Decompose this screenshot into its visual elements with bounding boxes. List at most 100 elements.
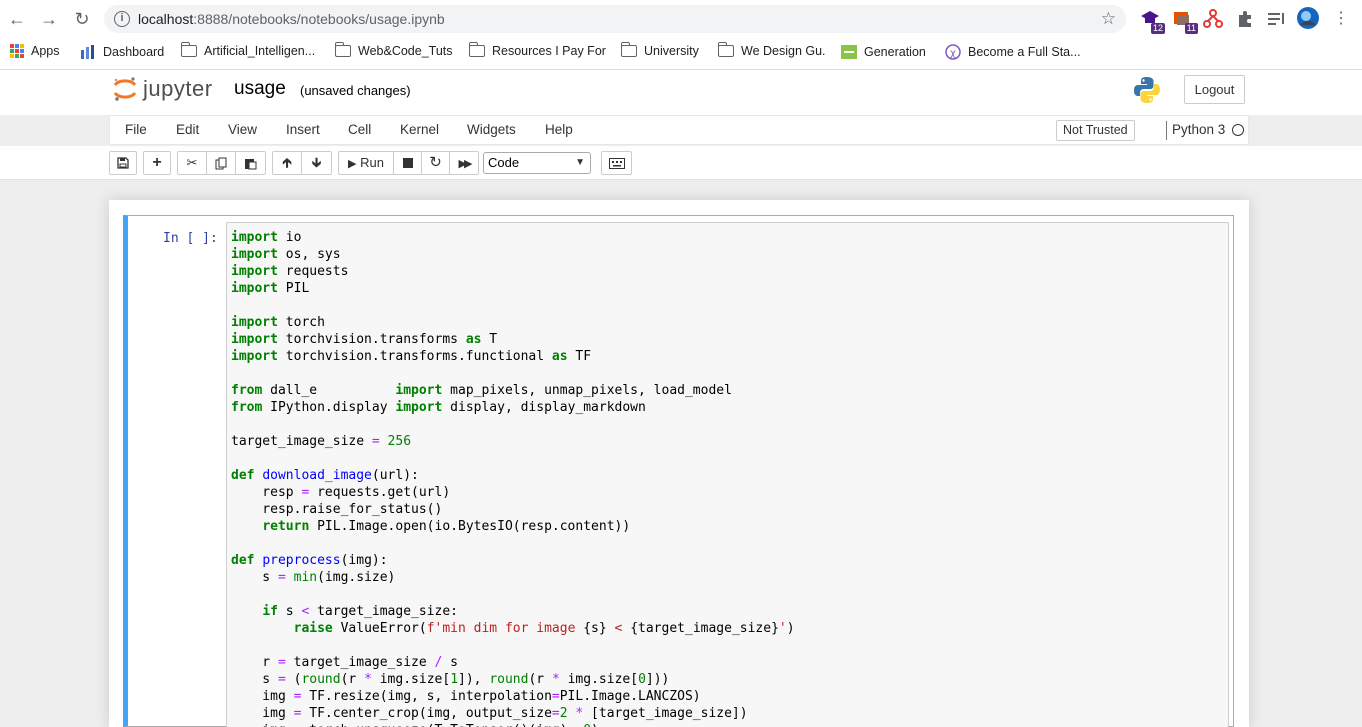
address-bar[interactable]: i localhost:8888/notebooks/notebooks/usa… (104, 5, 1126, 33)
code-line: import io (231, 230, 302, 245)
menubar: File Edit View Insert Cell Kernel Widget… (109, 115, 1249, 145)
bookmark-generation[interactable]: Generation (841, 44, 926, 60)
code-line: from dall_e import map_pixels, unmap_pix… (231, 383, 732, 398)
save-button[interactable] (109, 151, 137, 175)
reading-list-icon[interactable] (1266, 9, 1286, 29)
url-host: localhost (138, 11, 194, 27)
code-line: def preprocess(img): (231, 553, 388, 568)
extensions-puzzle-icon[interactable] (1235, 9, 1255, 29)
code-line: import requests (231, 264, 349, 279)
arrow-down-icon: 🡳 (311, 155, 322, 170)
bookmark-star-icon[interactable]: ☆ (1101, 9, 1116, 29)
generation-favicon (841, 45, 857, 59)
profile-avatar[interactable] (1297, 7, 1319, 29)
code-line: resp.raise_for_status() (231, 502, 443, 517)
folder-icon (468, 42, 485, 57)
kernel-divider (1166, 121, 1167, 140)
copy-button[interactable] (206, 151, 236, 175)
bookmark-folder-ai[interactable]: Artificial_Intelligen... (180, 42, 316, 58)
logout-button[interactable]: Logout (1184, 75, 1245, 104)
play-icon: ▶ (348, 158, 357, 170)
paste-icon (245, 159, 257, 170)
jupyter-logo-text: jupyter (143, 76, 213, 101)
code-line: import PIL (231, 281, 310, 296)
extension-badge: 11 (1184, 23, 1198, 34)
url-text[interactable]: localhost:8888/notebooks/notebooks/usage… (138, 11, 445, 27)
folder-icon (334, 42, 351, 57)
svg-text:χ: χ (950, 48, 956, 59)
extension-chart-icon[interactable]: 11 (1173, 9, 1198, 34)
restart-button[interactable]: ↻ (421, 151, 450, 175)
forward-arrow-icon[interactable]: → (38, 8, 60, 30)
apps-grid-icon (10, 44, 24, 58)
plus-icon: + (152, 154, 162, 171)
bookmark-folder-resources[interactable]: Resources I Pay For (468, 42, 606, 58)
chevron-down-icon: ▼ (575, 157, 585, 168)
stop-icon (402, 158, 413, 168)
extension-tree-icon[interactable] (1203, 9, 1223, 29)
bookmark-apps[interactable]: Apps (10, 44, 60, 58)
code-line: s = min(img.size) (231, 570, 396, 585)
input-prompt: In [ ]: (163, 231, 218, 246)
menu-help[interactable]: Help (545, 122, 573, 137)
bookmark-folder-wedesign[interactable]: We Design Gu. (717, 42, 826, 58)
menu-edit[interactable]: Edit (176, 122, 199, 137)
extension-graduation-icon[interactable]: 12 (1140, 9, 1165, 34)
run-button[interactable]: ▶ Run (338, 151, 394, 175)
code-line: import torchvision.transforms as T (231, 332, 498, 347)
bookmark-label: Web&Code_Tuts (358, 44, 453, 58)
menu-kernel[interactable]: Kernel (400, 122, 439, 137)
menu-widgets[interactable]: Widgets (467, 122, 516, 137)
code-line: if s < target_image_size: (262, 604, 458, 619)
back-arrow-icon[interactable]: ← (6, 8, 28, 30)
site-info-icon[interactable]: i (114, 11, 130, 27)
url-path: :8888/notebooks/notebooks/usage.ipynb (193, 11, 445, 27)
more-menu-icon[interactable]: ⋮ (1330, 8, 1352, 30)
jupyter-logo[interactable]: jupyter (113, 76, 213, 102)
folder-icon (620, 42, 637, 57)
bookmark-fullstack[interactable]: χ Become a Full Sta... (945, 44, 1081, 60)
extension-badge: 12 (1150, 23, 1165, 34)
autosave-status: (unsaved changes) (300, 83, 411, 98)
cell-type-select[interactable]: Code ▼ (483, 152, 591, 174)
fast-forward-icon: ▶▶ (458, 158, 473, 170)
menu-cell[interactable]: Cell (348, 122, 371, 137)
code-line: import torch (231, 315, 325, 330)
restart-run-all-button[interactable]: ▶▶ (449, 151, 479, 175)
code-cell[interactable]: In [ ]: import io import os, sys import re… (123, 215, 1234, 727)
bookmark-label: Dashboard (103, 45, 165, 59)
bookmark-label: Generation (864, 45, 926, 59)
bookmark-folder-webcode[interactable]: Web&Code_Tuts (334, 42, 453, 58)
code-line: target_image_size = 256 (231, 434, 412, 449)
jupyter-logo-icon (113, 77, 137, 101)
menu-file[interactable]: File (125, 122, 147, 137)
bookmark-label: Apps (31, 44, 60, 58)
menu-insert[interactable]: Insert (286, 122, 320, 137)
bookmark-folder-university[interactable]: University (620, 42, 699, 58)
copy-icon (215, 157, 226, 170)
cut-button[interactable]: ✂ (177, 151, 207, 175)
insert-cell-button[interactable]: + (143, 151, 171, 175)
move-up-button[interactable]: 🡱 (272, 151, 302, 175)
code-editor[interactable]: import io import os, sys import requests im… (226, 222, 1229, 727)
trust-indicator[interactable]: Not Trusted (1056, 120, 1135, 141)
bookmark-dashboard[interactable]: Dashboard (80, 44, 164, 60)
code-line: s = (round(r * img.size[1]), round(r * i… (231, 672, 670, 687)
folder-icon (717, 42, 734, 57)
kernel-name[interactable]: Python 3 (1172, 122, 1225, 137)
paste-button[interactable] (235, 151, 266, 175)
reload-icon[interactable]: ↻ (71, 8, 93, 30)
command-palette-button[interactable] (601, 151, 632, 175)
bookmark-label: We Design Gu. (741, 44, 826, 58)
code-line: resp = requests.get(url) (231, 485, 451, 500)
kernel-idle-indicator-icon (1232, 124, 1244, 136)
notebook-name[interactable]: usage (234, 78, 286, 100)
code-line: r = target_image_size / s (231, 655, 458, 670)
move-down-button[interactable]: 🡳 (301, 151, 332, 175)
menu-view[interactable]: View (228, 122, 257, 137)
interrupt-button[interactable] (393, 151, 422, 175)
bookmark-label: Artificial_Intelligen... (204, 44, 316, 58)
